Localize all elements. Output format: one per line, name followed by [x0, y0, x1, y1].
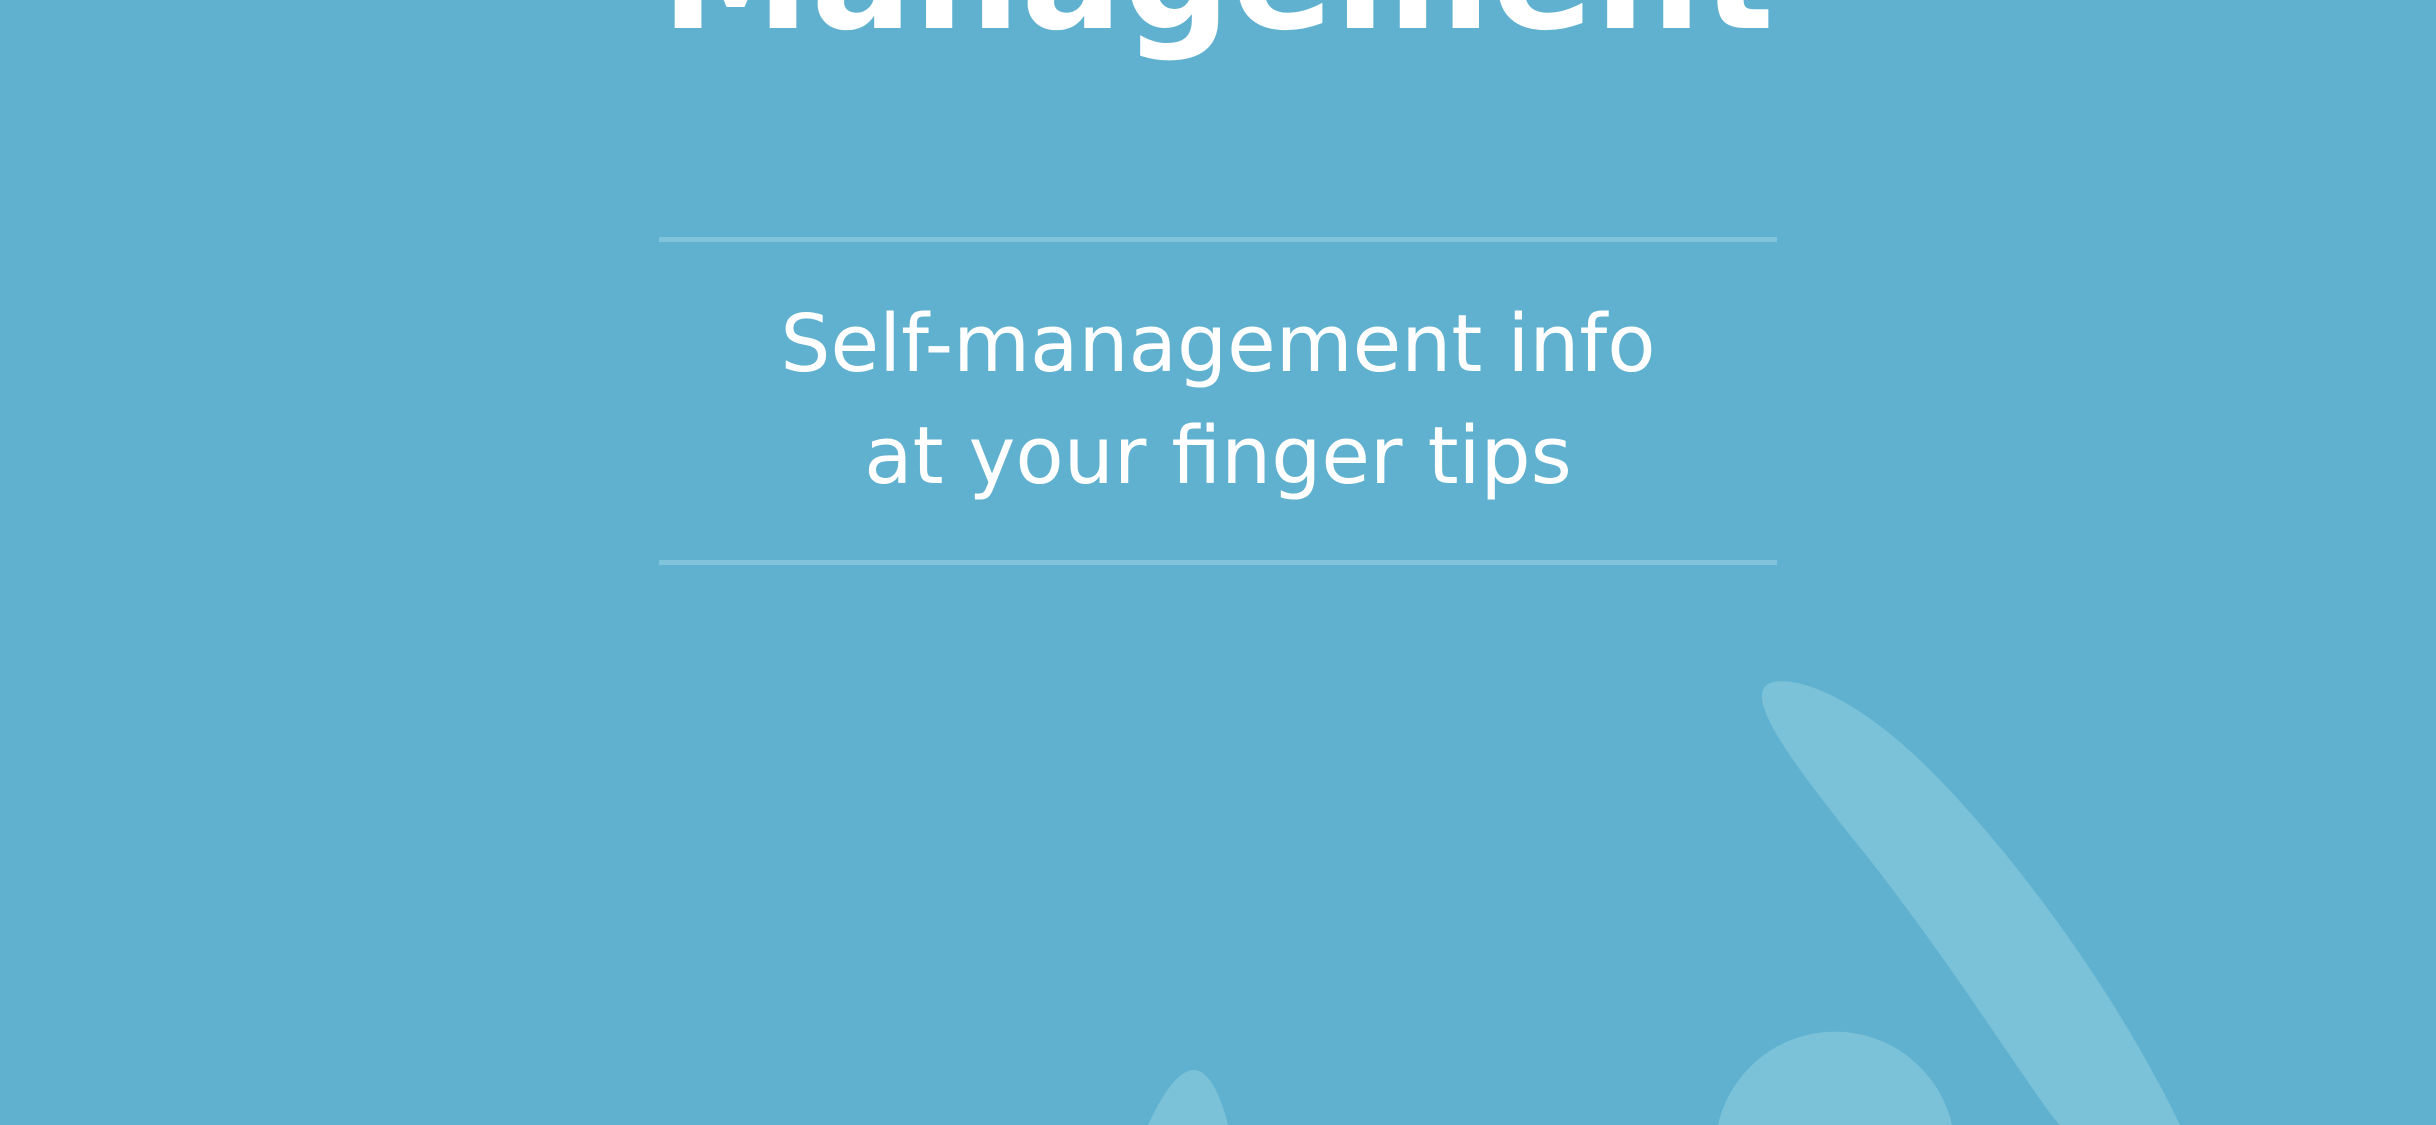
- tagline-line-2: at your finger tips: [864, 410, 1572, 502]
- bottom-divider: [659, 560, 1777, 565]
- leaf-shape: [1148, 1070, 1228, 1125]
- app-title: Management: [0, 0, 2436, 62]
- tagline: Self-management info at your finger tips: [0, 288, 2436, 512]
- top-divider: [659, 237, 1777, 242]
- splash-screen: Management Self-management info at your …: [0, 0, 2436, 1125]
- tagline-line-1: Self-management info: [780, 298, 1656, 390]
- circle-shape: [1718, 1031, 1952, 1125]
